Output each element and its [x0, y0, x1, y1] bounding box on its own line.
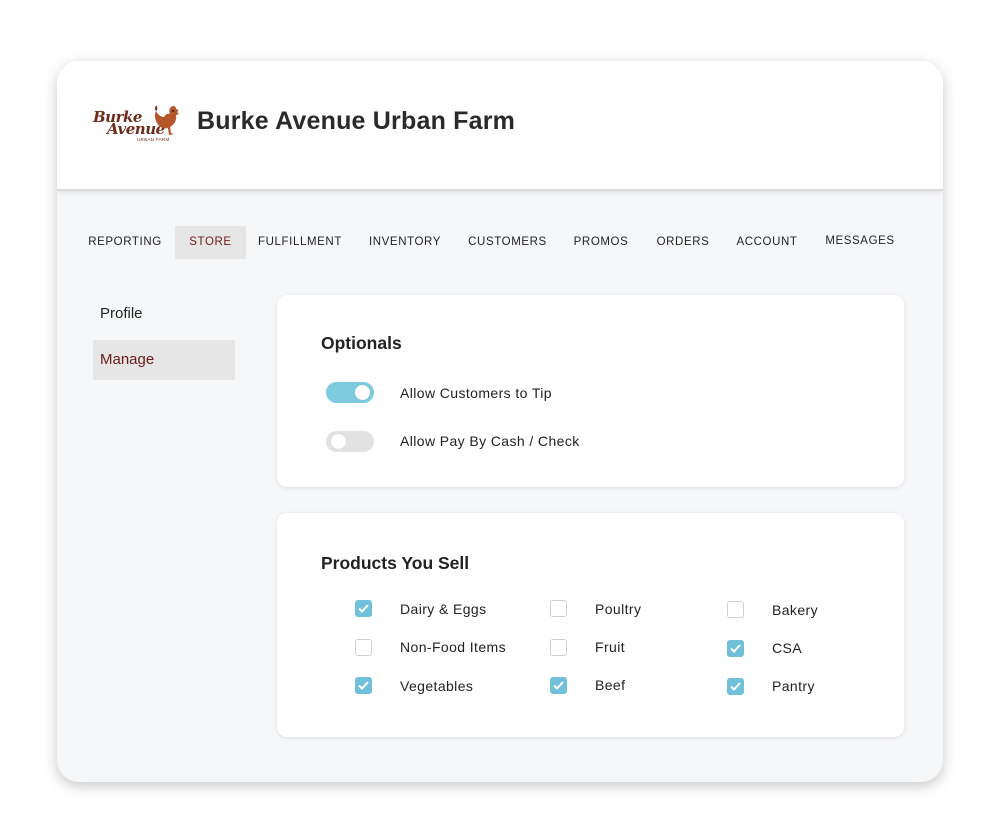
checkbox-bakery[interactable] — [727, 601, 744, 618]
label-poultry: Poultry — [595, 601, 642, 617]
tab-customers[interactable]: CUSTOMERS — [464, 226, 551, 259]
label-vegetables: Vegetables — [400, 678, 474, 694]
tab-inventory[interactable]: INVENTORY — [365, 226, 445, 259]
tab-orders[interactable]: ORDERS — [652, 226, 714, 259]
sidebar-item-profile[interactable]: Profile — [93, 294, 235, 334]
checkbox-csa[interactable] — [727, 640, 744, 657]
check-icon — [730, 644, 741, 653]
tip-toggle[interactable] — [326, 382, 374, 403]
label-dairy-eggs: Dairy & Eggs — [400, 601, 487, 617]
tab-fulfillment[interactable]: FULFILLMENT — [254, 226, 346, 259]
optionals-title: Optionals — [321, 333, 402, 353]
check-icon — [358, 604, 369, 613]
checkbox-vegetables[interactable] — [355, 677, 372, 694]
tab-reporting[interactable]: REPORTING — [79, 226, 171, 259]
label-csa: CSA — [772, 640, 802, 656]
toggle-knob — [355, 385, 370, 400]
label-non-food-items: Non-Food Items — [400, 639, 506, 655]
check-icon — [358, 681, 369, 690]
store-name-title: Burke Avenue Urban Farm — [197, 107, 516, 135]
farm-logo: Burke Avenue URBAN FARM — [93, 105, 181, 145]
checkbox-fruit[interactable] — [550, 639, 567, 656]
rooster-icon — [154, 105, 179, 135]
app-window: Burke Avenue URBAN FARM Burke Avenue Urb… — [57, 61, 943, 782]
label-bakery: Bakery — [772, 602, 818, 618]
optionals-card: Optionals Allow Customers to Tip Allow P… — [277, 295, 904, 487]
checkbox-dairy-eggs[interactable] — [355, 600, 372, 617]
cash-check-toggle-label: Allow Pay By Cash / Check — [400, 433, 580, 449]
cash-check-toggle[interactable] — [326, 431, 374, 452]
check-icon — [553, 681, 564, 690]
products-title: Products You Sell — [321, 553, 470, 573]
sidebar-item-manage[interactable]: Manage — [93, 340, 235, 380]
products-card: Products You Sell Dairy & Eggs Poultry B… — [277, 513, 904, 737]
checkbox-pantry[interactable] — [727, 678, 744, 695]
tab-account[interactable]: ACCOUNT — [732, 226, 802, 259]
tab-messages[interactable]: MESSAGES — [821, 225, 899, 258]
tab-promos[interactable]: PROMOS — [569, 226, 633, 259]
label-fruit: Fruit — [595, 639, 625, 655]
tip-toggle-label: Allow Customers to Tip — [400, 385, 552, 401]
app-header: Burke Avenue URBAN FARM Burke Avenue Urb… — [57, 61, 943, 191]
checkbox-poultry[interactable] — [550, 600, 567, 617]
toggle-knob — [331, 434, 346, 449]
checkbox-beef[interactable] — [550, 677, 567, 694]
checkbox-non-food-items[interactable] — [355, 639, 372, 656]
tab-store[interactable]: STORE — [175, 226, 246, 259]
check-icon — [730, 682, 741, 691]
label-pantry: Pantry — [772, 678, 815, 694]
label-beef: Beef — [595, 677, 626, 693]
